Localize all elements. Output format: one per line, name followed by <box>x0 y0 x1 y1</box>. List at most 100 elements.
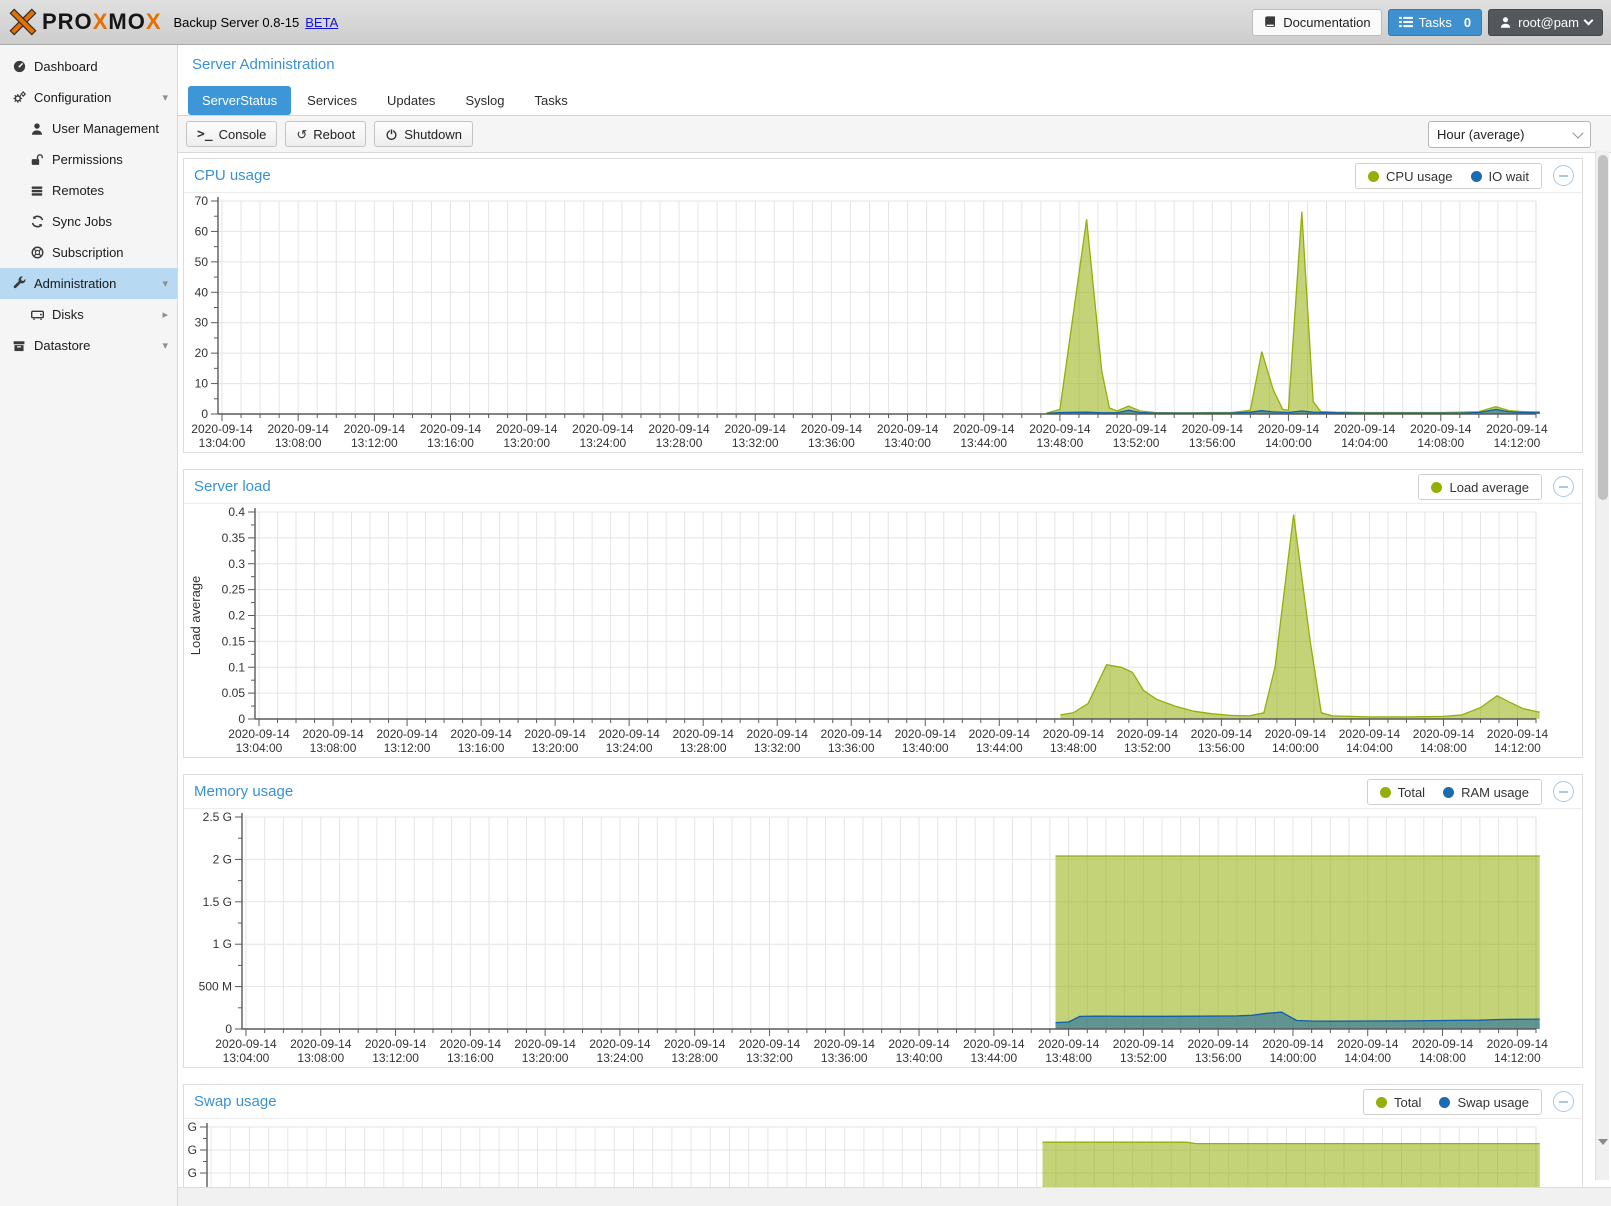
x-tick-date: 2020-09-14 <box>1262 1037 1324 1051</box>
x-tick-time: 14:00:00 <box>1272 741 1319 755</box>
y-tick-label: 0 <box>225 1022 232 1036</box>
vertical-scrollbar[interactable] <box>1595 150 1609 1180</box>
x-tick-date: 2020-09-14 <box>1334 422 1396 436</box>
x-tick-time: 13:32:00 <box>732 436 779 450</box>
timeframe-select[interactable]: Hour (average) <box>1428 121 1591 148</box>
y-tick-label: 1.5 G <box>203 895 232 909</box>
x-tick-time: 13:08:00 <box>310 741 357 755</box>
sidebar-item-configuration[interactable]: Configuration▾ <box>0 82 177 113</box>
legend-item[interactable]: Swap usage <box>1439 1095 1529 1110</box>
x-tick-time: 13:44:00 <box>960 436 1007 450</box>
tab-syslog[interactable]: Syslog <box>451 86 518 115</box>
beta-link[interactable]: BETA <box>305 15 338 30</box>
y-tick-label: 70 <box>195 194 209 208</box>
sidebar-item-user-management[interactable]: User Management <box>0 113 177 144</box>
sidebar-item-datastore[interactable]: Datastore▾ <box>0 330 177 361</box>
panel-server-load: Server loadLoad average00.050.10.150.20.… <box>183 469 1583 758</box>
sidebar-item-disks[interactable]: Disks▸ <box>0 299 177 330</box>
chevron-down-icon[interactable]: ▾ <box>162 91 168 104</box>
scrollbar-down-arrow[interactable] <box>1596 1132 1610 1152</box>
x-tick-time: 14:08:00 <box>1417 436 1464 450</box>
x-tick-date: 2020-09-14 <box>1187 1037 1249 1051</box>
timeframe-value: Hour (average) <box>1437 127 1524 142</box>
x-tick-date: 2020-09-14 <box>953 422 1015 436</box>
y-tick-label: 0.3 <box>228 557 245 571</box>
sidebar-item-remotes[interactable]: Remotes <box>0 175 177 206</box>
task-list-icon <box>1399 16 1413 28</box>
x-tick-date: 2020-09-14 <box>1410 422 1472 436</box>
x-tick-date: 2020-09-14 <box>1265 727 1327 741</box>
collapse-panel-icon[interactable] <box>1553 781 1574 802</box>
page-title: Server Administration <box>192 56 335 73</box>
x-tick-date: 2020-09-14 <box>1038 1037 1100 1051</box>
unlock-icon <box>29 152 45 168</box>
tab-tasks[interactable]: Tasks <box>520 86 581 115</box>
x-tick-date: 2020-09-14 <box>572 422 634 436</box>
x-tick-date: 2020-09-14 <box>1413 727 1475 741</box>
sidebar-item-subscription[interactable]: Subscription <box>0 237 177 268</box>
collapse-panel-icon[interactable] <box>1553 165 1574 186</box>
x-tick-date: 2020-09-14 <box>365 1037 427 1051</box>
wrench-icon <box>11 276 27 292</box>
y-tick-label: 30 <box>195 316 209 330</box>
scrollbar-thumb[interactable] <box>1598 155 1608 500</box>
x-tick-time: 13:40:00 <box>884 436 931 450</box>
chevron-down-icon[interactable]: ▾ <box>162 277 168 290</box>
gauge-icon <box>11 59 27 75</box>
legend-item[interactable]: Total <box>1380 785 1425 800</box>
sidebar-item-administration[interactable]: Administration▾ <box>0 268 177 299</box>
gears-icon <box>11 90 27 106</box>
tasks-label: Tasks <box>1419 15 1452 30</box>
legend-item[interactable]: IO wait <box>1471 169 1529 184</box>
y-tick-label: 3.5 G <box>184 1166 197 1180</box>
user-menu-button[interactable]: root@pam <box>1488 9 1603 36</box>
x-tick-time: 13:48:00 <box>1037 436 1084 450</box>
x-tick-date: 2020-09-14 <box>821 727 883 741</box>
legend-item[interactable]: Load average <box>1431 480 1529 495</box>
collapse-panel-icon[interactable] <box>1553 476 1574 497</box>
y-tick-label: 4.5 G <box>184 1120 197 1134</box>
x-tick-time: 13:20:00 <box>503 436 550 450</box>
user-icon <box>1499 16 1512 29</box>
chevron-down-icon[interactable]: ▾ <box>162 339 168 352</box>
tab-serverstatus[interactable]: ServerStatus <box>188 86 291 115</box>
tab-services[interactable]: Services <box>293 86 371 115</box>
x-tick-date: 2020-09-14 <box>648 422 710 436</box>
x-tick-time: 14:00:00 <box>1265 436 1312 450</box>
y-tick-label: 0.15 <box>222 634 246 648</box>
shutdown-button[interactable]: Shutdown <box>374 121 473 147</box>
legend-item[interactable]: Total <box>1376 1095 1421 1110</box>
tasks-button[interactable]: Tasks 0 <box>1388 9 1482 36</box>
x-tick-time: 13:56:00 <box>1189 436 1236 450</box>
main-area: Server Administration ServerStatusServic… <box>178 45 1611 1206</box>
x-tick-time: 13:28:00 <box>671 1051 718 1065</box>
chevron-right-icon[interactable]: ▸ <box>162 308 168 321</box>
y-tick-label: 4 G <box>184 1143 197 1157</box>
product-subtitle: Backup Server 0.8-15 <box>174 15 300 30</box>
user-label: root@pam <box>1518 15 1579 30</box>
x-tick-date: 2020-09-14 <box>672 727 734 741</box>
x-tick-time: 13:36:00 <box>808 436 855 450</box>
proxmox-x-icon <box>8 9 38 35</box>
reboot-button[interactable]: ↺ Reboot <box>285 121 366 147</box>
power-icon <box>385 128 398 141</box>
documentation-button[interactable]: Documentation <box>1252 9 1381 36</box>
server-icon <box>29 183 45 199</box>
collapse-panel-icon[interactable] <box>1553 1091 1574 1112</box>
legend-memory-usage: Total RAM usage <box>1367 779 1542 805</box>
sidebar-item-dashboard[interactable]: Dashboard <box>0 51 177 82</box>
y-tick-label: 0.2 <box>228 609 245 623</box>
documentation-label: Documentation <box>1283 15 1370 30</box>
legend-dot-icon <box>1431 482 1442 493</box>
sidebar-item-sync-jobs[interactable]: Sync Jobs <box>0 206 177 237</box>
x-tick-date: 2020-09-14 <box>496 422 558 436</box>
terminal-icon: >_ <box>197 128 213 141</box>
tab-strip: ServerStatusServicesUpdatesSyslogTasks <box>178 83 1611 116</box>
legend-item[interactable]: RAM usage <box>1443 785 1529 800</box>
sidebar-item-permissions[interactable]: Permissions <box>0 144 177 175</box>
x-tick-date: 2020-09-14 <box>215 1037 277 1051</box>
legend-item[interactable]: CPU usage <box>1368 169 1452 184</box>
horizontal-scrollbar[interactable] <box>178 1187 1611 1206</box>
console-button[interactable]: >_ Console <box>186 121 277 147</box>
tab-updates[interactable]: Updates <box>373 86 449 115</box>
